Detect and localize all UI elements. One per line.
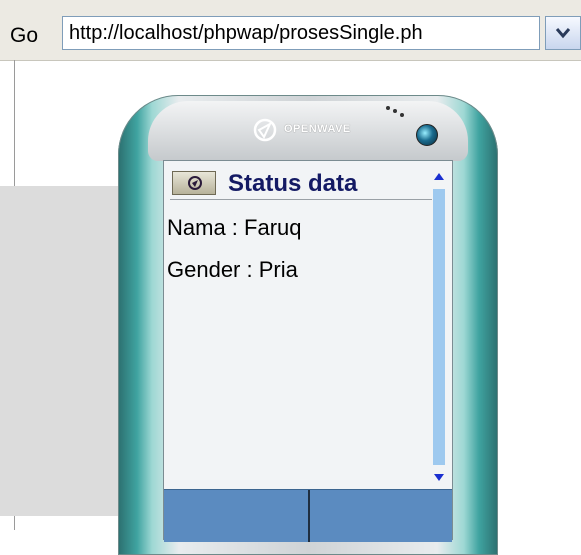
scroll-down-arrow-icon[interactable] [432, 469, 446, 485]
nama-line: Nama : Faruq [167, 215, 302, 240]
openwave-logo: OPENWAVE [250, 115, 390, 145]
chevron-down-icon [555, 28, 571, 39]
phone-screen: Status data Nama : Faruq Gender : Pria [163, 160, 453, 542]
url-input[interactable]: http://localhost/phpwap/prosesSingle.ph [62, 16, 540, 50]
gender-line: Gender : Pria [167, 257, 298, 282]
title-icon-box [172, 171, 216, 195]
status-led-icon [416, 124, 438, 146]
speaker-dots-icon [386, 106, 404, 117]
address-toolbar: Go http://localhost/phpwap/prosesSingle.… [0, 0, 581, 61]
scroll-up-arrow-icon[interactable] [432, 169, 446, 185]
screen-title: Status data [228, 170, 358, 197]
softkey-bar [164, 489, 452, 542]
right-softkey[interactable] [310, 490, 452, 542]
brand-label: OPENWAVE [284, 123, 351, 135]
left-softkey[interactable] [164, 490, 308, 542]
screen-title-bar: Status data [170, 167, 432, 200]
go-label[interactable]: Go [10, 24, 38, 48]
openwave-small-icon [188, 176, 202, 190]
openwave-logo-icon [253, 118, 277, 142]
scroll-track[interactable] [433, 189, 445, 465]
left-side-panel [0, 186, 127, 516]
url-dropdown-button[interactable] [545, 16, 581, 50]
screen-scrollbar[interactable] [430, 167, 448, 487]
